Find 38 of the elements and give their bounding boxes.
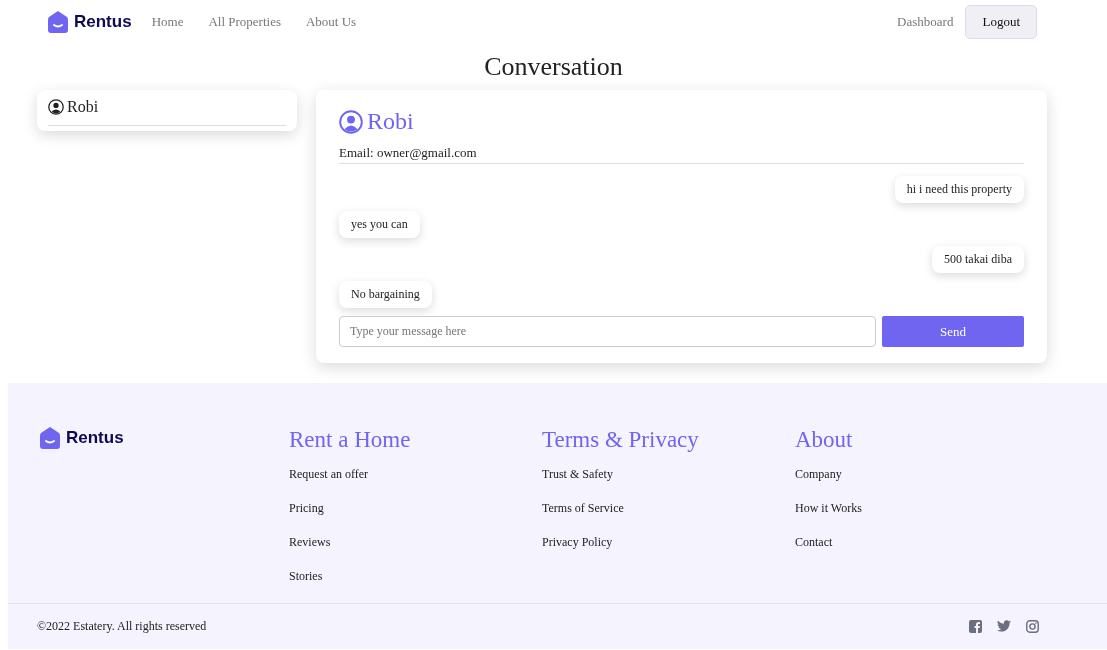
message-bubble: 500 takai diba <box>932 246 1024 273</box>
nav-link[interactable]: All Properties <box>208 14 281 30</box>
page-title: Conversation <box>483 52 624 82</box>
logout-button[interactable]: Logout <box>965 5 1037 39</box>
footer-link[interactable]: Terms of Service <box>542 501 795 516</box>
dashboard-link[interactable]: Dashboard <box>897 14 954 30</box>
facebook-icon[interactable] <box>969 620 982 633</box>
brand-name[interactable]: Rentus <box>66 428 124 448</box>
footer-link[interactable]: Company <box>795 467 1048 482</box>
send-button[interactable]: Send <box>882 316 1024 347</box>
footer-link[interactable]: How it Works <box>795 501 1048 516</box>
message-bubble: hi i need this property <box>894 176 1024 203</box>
user-icon <box>48 99 64 115</box>
footer-link[interactable]: Pricing <box>289 501 542 516</box>
footer-link[interactable]: Privacy Policy <box>542 535 795 550</box>
copyright-text: ©2022 Estatery. All rights reserved <box>37 619 207 634</box>
nav-link[interactable]: Home <box>151 14 184 30</box>
nav-link[interactable]: About Us <box>306 14 357 30</box>
message-bubble: yes you can <box>339 211 420 238</box>
instagram-icon[interactable] <box>1026 620 1039 633</box>
footer-link[interactable]: Reviews <box>289 535 542 550</box>
contact-name[interactable]: Robi <box>67 98 99 116</box>
footer-link[interactable]: Stories <box>289 569 542 584</box>
footer-heading: About <box>795 427 854 453</box>
message-input[interactable]: Type your message here <box>339 316 876 347</box>
user-icon <box>339 109 363 134</box>
twitter-icon[interactable] <box>997 620 1011 632</box>
footer-heading: Rent a Home <box>289 427 412 453</box>
logo-icon <box>48 11 68 33</box>
message-bubble: No bargaining <box>339 281 432 308</box>
footer-heading: Terms & Privacy <box>542 427 700 453</box>
footer-link[interactable]: Contact <box>795 535 1048 550</box>
contact-email: Email: owner@gmail.com <box>339 135 1024 164</box>
chat-contact-name: Robi <box>367 108 414 135</box>
logo-icon <box>40 427 60 449</box>
footer-link[interactable]: Trust & Safety <box>542 467 795 482</box>
brand-name[interactable]: Rentus <box>74 12 132 32</box>
footer-link[interactable]: Request an offer <box>289 467 542 482</box>
